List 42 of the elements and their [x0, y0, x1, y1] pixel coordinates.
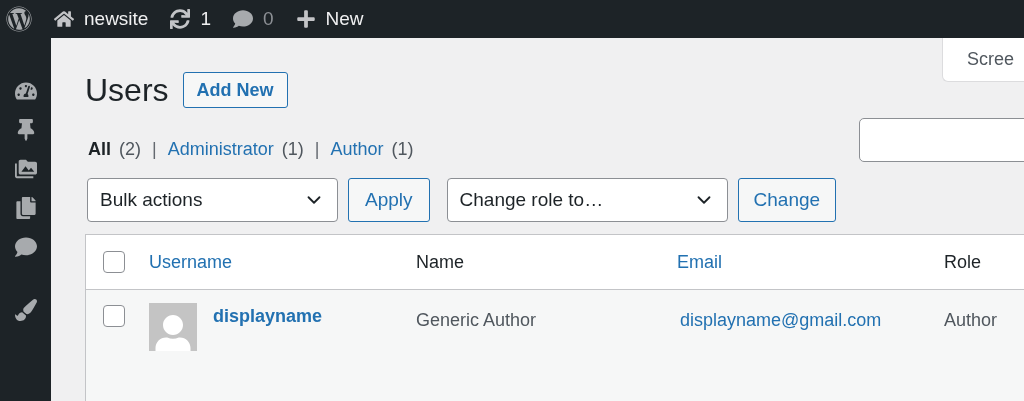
new-menu-item[interactable]: New	[295, 8, 364, 30]
logo-icon	[6, 6, 32, 32]
count-label: (1)	[281, 139, 304, 160]
column-header[interactable]: Email	[677, 251, 722, 273]
bulk-actions-select[interactable]: Bulk actions	[87, 178, 338, 222]
logo-menu-item[interactable]	[6, 6, 32, 32]
name-cell: Generic Author	[416, 310, 537, 331]
separator: |	[314, 139, 320, 160]
screen-options-tab[interactable]: Scree	[942, 38, 1024, 82]
person-silhouette-icon	[153, 315, 193, 351]
role-filter-link[interactable]: Author	[330, 139, 384, 160]
paintbrush-icon[interactable]	[14, 299, 37, 321]
column-header: Role	[944, 251, 982, 273]
select-all-checkbox[interactable]	[103, 251, 125, 273]
change-role-select[interactable]: Change role to…	[446, 178, 728, 222]
pages-icon[interactable]	[14, 197, 37, 219]
photos-icon[interactable]	[14, 158, 37, 180]
count-label: (1)	[391, 139, 414, 160]
username-link[interactable]: displayname	[213, 306, 323, 327]
email-link[interactable]: displayname@gmail.com	[680, 310, 882, 331]
speech-bubble-icon	[233, 9, 253, 29]
column-header: Name	[416, 251, 464, 273]
change-button[interactable]: Change	[737, 178, 837, 222]
refresh-icon	[170, 9, 191, 29]
updates-menu-item[interactable]: 1	[170, 8, 211, 30]
site-menu-item[interactable]: newsite	[54, 8, 149, 30]
search-field[interactable]	[859, 118, 1024, 162]
apply-button[interactable]: Apply	[348, 178, 430, 222]
comments-menu-item[interactable]: 0	[233, 8, 274, 30]
role-filter-link[interactable]: All	[88, 139, 111, 160]
page-title: Users	[85, 71, 169, 109]
role-filter-link[interactable]: Administrator	[167, 139, 274, 160]
speech-bubble-icon[interactable]	[14, 236, 37, 258]
plus-icon	[295, 9, 316, 29]
role-cell: Author	[944, 310, 998, 331]
gauge-icon[interactable]	[14, 80, 37, 102]
house-icon	[54, 9, 74, 29]
row-checkbox[interactable]	[103, 305, 125, 327]
add-new-button[interactable]: Add New	[182, 72, 288, 108]
separator: |	[152, 139, 157, 160]
count-label: (2)	[119, 139, 141, 160]
column-header[interactable]: Username	[149, 251, 233, 273]
